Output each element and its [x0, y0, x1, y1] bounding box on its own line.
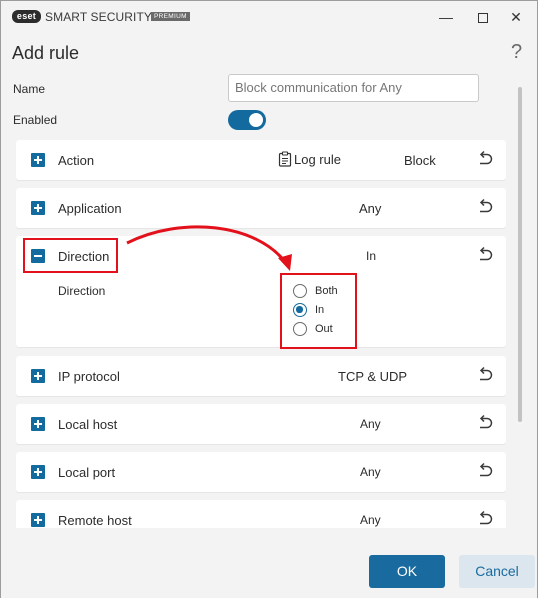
dialog-footer: OK Cancel: [1, 528, 537, 598]
annotation-arrow: [126, 225, 292, 271]
ok-button[interactable]: OK: [369, 555, 445, 588]
add-rule-window: eset SMART SECURITY PREMIUM — ✕ Add rule…: [0, 0, 538, 598]
cancel-button[interactable]: Cancel: [459, 555, 535, 588]
